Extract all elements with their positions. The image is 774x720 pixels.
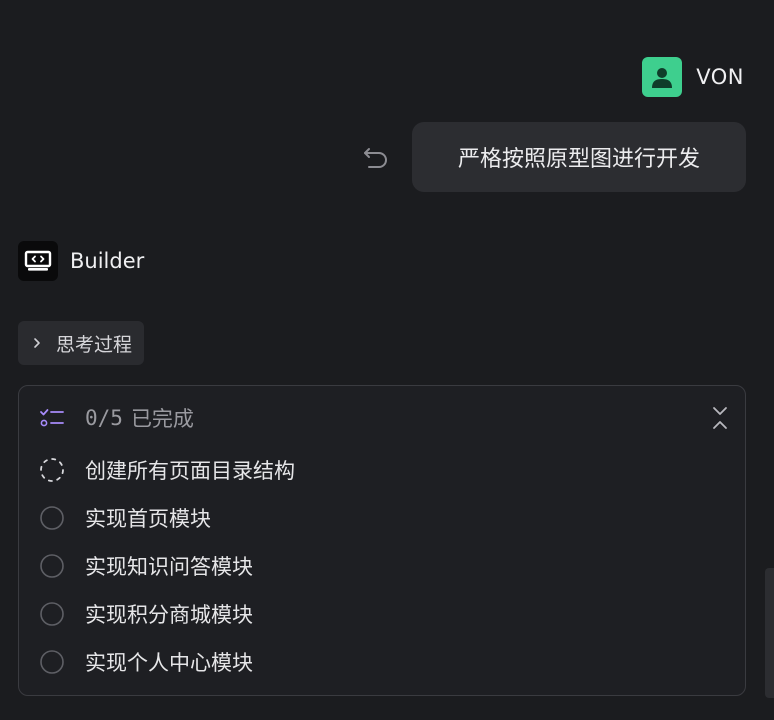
builder-logo — [18, 241, 58, 281]
task-label: 实现首页模块 — [85, 507, 211, 531]
task-label: 创建所有页面目录结构 — [85, 459, 295, 483]
task-status-label: 已完成 — [130, 407, 194, 431]
task-item: 实现首页模块 — [39, 494, 725, 542]
pending-circle-icon — [40, 554, 64, 578]
task-card: 0/5 已完成 创建所有页面目录结构 实现首页模块 实现知识问答模块 实现积分商… — [18, 385, 746, 696]
avatar — [642, 57, 683, 97]
user-name: VON — [696, 65, 744, 89]
task-card-header: 0/5 已完成 — [39, 402, 731, 434]
thinking-label: 思考过程 — [56, 333, 133, 356]
task-item: 创建所有页面目录结构 — [39, 446, 725, 494]
undo-icon[interactable] — [362, 143, 390, 171]
assistant-name: Builder — [70, 249, 145, 273]
pending-circle-icon — [40, 506, 64, 530]
chevron-right-icon — [34, 338, 40, 348]
task-label: 实现知识问答模块 — [85, 555, 253, 579]
pending-circle-icon — [40, 650, 64, 674]
pending-circle-icon — [40, 602, 64, 626]
user-message-bubble: 严格按照原型图进行开发 — [412, 122, 746, 192]
scrollbar[interactable] — [765, 568, 774, 698]
user-header: VON — [642, 57, 744, 97]
builder-logo-icon — [24, 250, 52, 271]
thinking-toggle[interactable]: 思考过程 — [18, 321, 145, 365]
task-label: 实现个人中心模块 — [85, 651, 253, 675]
task-label: 实现积分商城模块 — [85, 603, 253, 627]
task-list: 创建所有页面目录结构 实现首页模块 实现知识问答模块 实现积分商城模块 实现个人… — [39, 446, 725, 686]
collapse-icon[interactable] — [709, 405, 731, 431]
assistant-header: Builder — [18, 241, 144, 281]
checklist-icon — [40, 409, 64, 427]
task-item: 实现知识问答模块 — [39, 542, 725, 590]
task-item: 实现个人中心模块 — [39, 638, 725, 686]
loading-spinner-icon — [40, 458, 64, 482]
chat-panel: VON 严格按照原型图进行开发 Builder 思考过程 0/5 已完成 创建所… — [0, 0, 774, 720]
task-progress: 0/5 — [85, 406, 123, 430]
person-icon — [652, 68, 673, 88]
task-item: 实现积分商城模块 — [39, 590, 725, 638]
